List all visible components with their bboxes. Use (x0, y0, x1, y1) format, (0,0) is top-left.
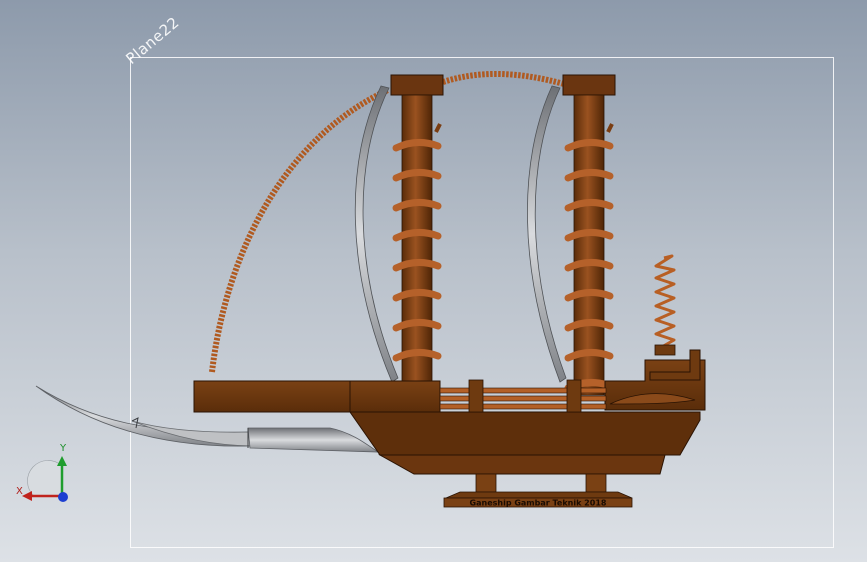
y-arrow-icon (57, 456, 67, 466)
x-arrow-icon (22, 491, 32, 501)
graphics-viewport[interactable]: Plane22 Ganeship Gambar Teknik 2018 Y X (0, 0, 867, 562)
triad-y-label: Y (60, 443, 67, 454)
post-right[interactable] (562, 74, 616, 396)
model-view[interactable]: Ganeship Gambar Teknik 2018 (0, 0, 867, 562)
small-spring[interactable] (654, 254, 676, 350)
arc-coil-top[interactable] (442, 71, 565, 87)
stand-base[interactable]: Ganeship Gambar Teknik 2018 (443, 473, 633, 508)
rod-bundle[interactable] (439, 379, 607, 413)
orientation-triad[interactable] (12, 440, 82, 510)
guide-rail-left[interactable] (354, 85, 399, 383)
base-body[interactable] (193, 349, 706, 475)
triad-x-label: X (16, 486, 23, 497)
triad-quadrant-icon (27, 460, 63, 497)
z-axis-icon (58, 492, 68, 502)
guide-rail-right[interactable] (527, 85, 567, 383)
plate-engraving: Ganeship Gambar Teknik 2018 (470, 499, 607, 508)
post-left[interactable] (390, 74, 444, 384)
